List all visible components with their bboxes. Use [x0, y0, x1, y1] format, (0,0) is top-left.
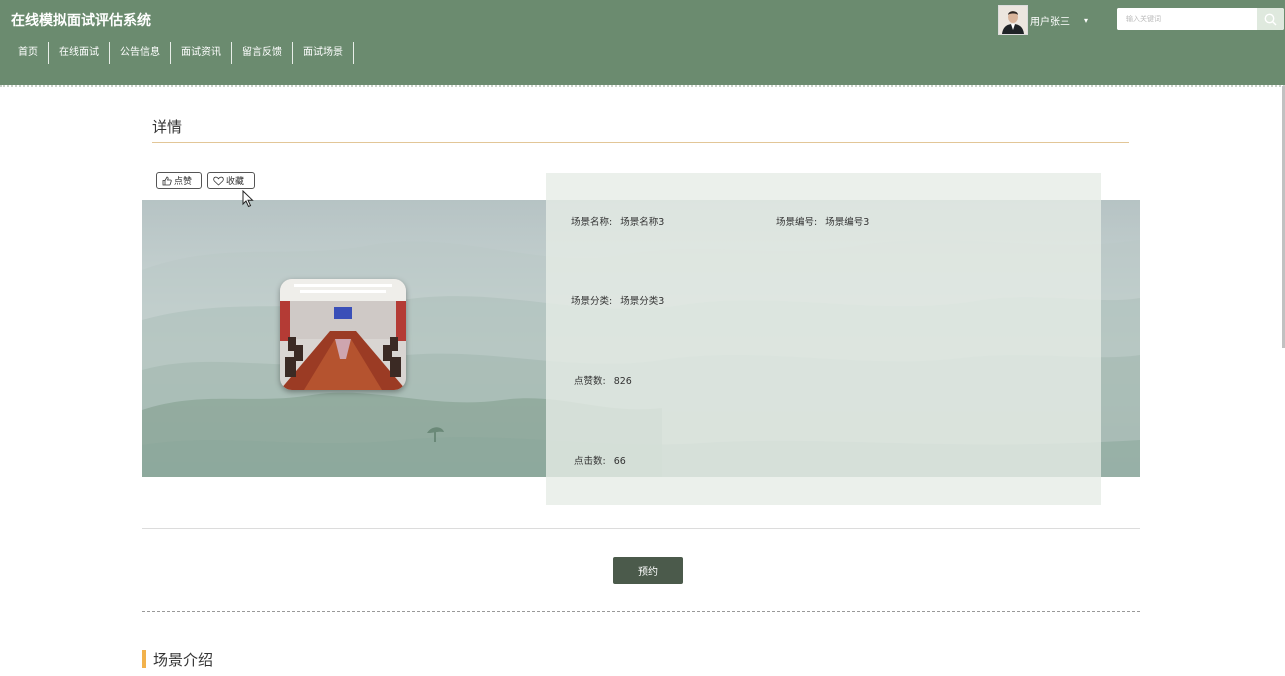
- heading-accent-bar: [142, 650, 146, 668]
- search-box: [1117, 8, 1284, 30]
- app-title: 在线模拟面试评估系统: [11, 13, 151, 29]
- user-menu[interactable]: 用户张三 ▾: [998, 5, 1088, 35]
- nav-item-interview-scenes[interactable]: 面试场景: [293, 42, 354, 64]
- reserve-button[interactable]: 预约: [613, 557, 683, 584]
- like-button[interactable]: 点赞: [156, 172, 202, 189]
- clicks-count-value: 66: [613, 456, 626, 467]
- search-button[interactable]: [1257, 8, 1284, 30]
- chevron-down-icon[interactable]: ▾: [1084, 16, 1088, 25]
- main-nav: 首页 在线面试 公告信息 面试资讯 留言反馈 面试场景: [10, 42, 354, 64]
- clicks-count-field: 点击数: 66: [574, 453, 626, 467]
- scene-intro-title: 场景介绍: [153, 650, 214, 669]
- likes-count-field: 点赞数: 826: [574, 373, 632, 387]
- nav-item-feedback[interactable]: 留言反馈: [232, 42, 293, 64]
- mouse-cursor-icon: [242, 190, 254, 208]
- header-divider: [0, 85, 1285, 87]
- scene-info-panel: 场景名称: 场景名称3 场景编号: 场景编号3 场景分类: 场景分类3 点赞数: 826…: [546, 173, 1101, 505]
- scene-image: [280, 279, 406, 390]
- user-name[interactable]: 用户张三: [1030, 13, 1070, 28]
- scene-category-field: 场景分类: 场景分类3: [571, 293, 664, 307]
- scene-code-field: 场景编号: 场景编号3: [776, 214, 869, 228]
- like-button-label: 点赞: [174, 176, 193, 186]
- scene-category-value: 场景分类3: [620, 296, 665, 307]
- scene-name-value: 场景名称3: [620, 217, 665, 228]
- heart-icon: [213, 176, 224, 186]
- thumbs-up-icon: [162, 176, 172, 185]
- likes-count-value: 826: [613, 376, 632, 387]
- nav-item-home[interactable]: 首页: [10, 42, 49, 64]
- scene-category-label: 场景分类:: [571, 296, 613, 307]
- title-underline: [152, 142, 1129, 143]
- favorite-button[interactable]: 收藏: [207, 172, 255, 189]
- scene-name-label: 场景名称:: [571, 217, 613, 228]
- scene-name-field: 场景名称: 场景名称3: [571, 214, 664, 228]
- favorite-button-label: 收藏: [226, 176, 245, 186]
- content-divider: [142, 528, 1140, 529]
- likes-count-label: 点赞数:: [574, 376, 606, 387]
- search-input[interactable]: [1117, 8, 1257, 30]
- search-icon: [1264, 13, 1277, 25]
- user-avatar-icon: [999, 6, 1027, 34]
- dashed-divider: [142, 611, 1140, 612]
- top-header: 在线模拟面试评估系统 首页 在线面试 公告信息 面试资讯 留言反馈 面试场景 用…: [0, 0, 1285, 85]
- conference-room-image: [280, 279, 406, 390]
- nav-item-online-interview[interactable]: 在线面试: [49, 42, 110, 64]
- scene-code-value: 场景编号3: [825, 217, 870, 228]
- nav-item-interview-news[interactable]: 面试资讯: [171, 42, 232, 64]
- scene-intro-heading: 场景介绍: [142, 650, 214, 669]
- nav-item-announcements[interactable]: 公告信息: [110, 42, 171, 64]
- avatar[interactable]: [998, 5, 1028, 35]
- page-title: 详情: [152, 118, 183, 136]
- clicks-count-label: 点击数:: [574, 456, 606, 467]
- scene-code-label: 场景编号:: [776, 217, 818, 228]
